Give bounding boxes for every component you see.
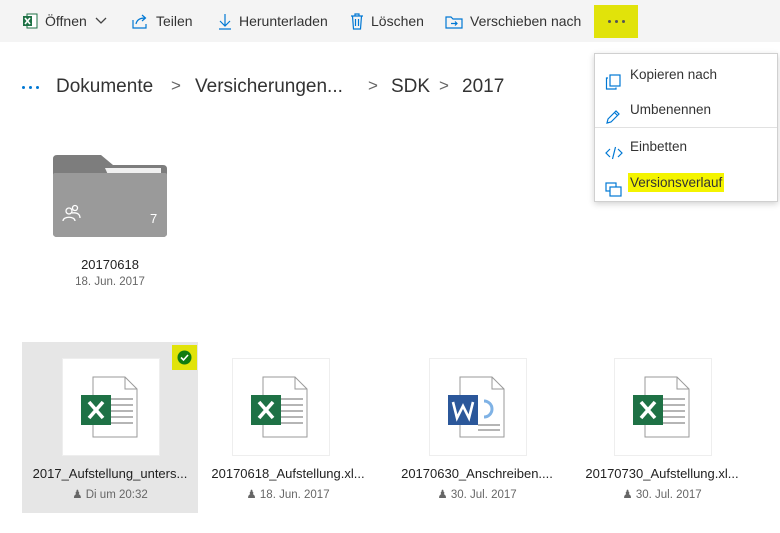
shared-people-icon: ♟ <box>437 489 448 501</box>
download-icon <box>218 13 232 30</box>
delete-button[interactable]: Löschen <box>350 0 424 42</box>
selected-check-badge[interactable] <box>172 345 197 370</box>
excel-icon <box>22 13 38 29</box>
more-menu: Kopieren nach Umbenennen Einbetten Versi… <box>594 53 778 202</box>
file-meta: ♟ 18. Jun. 2017 <box>205 487 371 501</box>
excel-icon <box>63 376 159 459</box>
chevron-right-icon: > <box>171 76 181 95</box>
menu-item-copy[interactable]: Kopieren nach <box>595 57 777 91</box>
file-modified: 18. Jun. 2017 <box>259 489 330 501</box>
breadcrumb-item-2017: 2017 <box>462 76 505 97</box>
share-label: Teilen <box>156 13 193 29</box>
command-bar: Öffnen Teilen Herunterladen Löschen Vers… <box>0 0 780 42</box>
delete-label: Löschen <box>371 13 424 29</box>
menu-item-copy-label: Kopieren nach <box>630 66 718 82</box>
menu-item-embed[interactable]: Einbetten <box>595 129 777 163</box>
breadcrumb-item-dokumente[interactable]: Dokumente <box>56 76 153 98</box>
more-button[interactable] <box>594 5 638 38</box>
shared-people-icon: ♟ <box>622 489 633 501</box>
share-button[interactable]: Teilen <box>132 0 193 42</box>
breadcrumb-item-versicherungen[interactable]: Versicherungen... <box>195 76 343 98</box>
breadcrumb-overflow-button[interactable] <box>22 86 43 89</box>
shared-people-icon <box>62 204 82 227</box>
excel-icon <box>233 376 329 459</box>
chevron-right-icon: > <box>368 76 378 95</box>
file-thumbnail[interactable] <box>614 358 712 456</box>
more-icon-dot <box>621 20 625 23</box>
menu-item-version-history[interactable]: Versionsverlauf <box>595 165 777 199</box>
file-meta: ♟ Di um 20:32 <box>22 487 198 501</box>
file-modified: 30. Jul. 2017 <box>450 489 517 501</box>
menu-item-version-history-label: Versionsverlauf <box>628 172 725 192</box>
move-icon <box>445 14 463 29</box>
highlight-mark: Versionsverlauf <box>628 172 725 192</box>
checkmark-icon <box>172 350 197 374</box>
menu-item-rename-label: Umbenennen <box>630 101 712 117</box>
menu-item-embed-label: Einbetten <box>630 138 688 154</box>
file-name[interactable]: 20170630_Anschreiben.... <box>393 466 561 481</box>
file-name[interactable]: 20170730_Aufstellung.xl... <box>578 466 746 481</box>
folder-tile[interactable]: 7 <box>53 155 167 237</box>
move-button[interactable]: Verschieben nach <box>445 0 581 42</box>
file-name[interactable]: 2017_Aufstellung_unters... <box>22 466 198 481</box>
file-thumbnail[interactable] <box>62 358 160 456</box>
folder-count: 7 <box>150 211 158 226</box>
download-button[interactable]: Herunterladen <box>218 0 328 42</box>
chevron-right-icon: > <box>439 76 449 95</box>
folder-name[interactable]: 20170618 <box>53 257 167 272</box>
trash-icon <box>350 12 364 30</box>
word-icon <box>430 376 526 459</box>
file-meta: ♟ 30. Jul. 2017 <box>393 487 561 501</box>
shared-people-icon: ♟ <box>246 489 257 501</box>
open-label: Öffnen <box>45 13 87 29</box>
file-modified: Di um 20:32 <box>85 489 148 501</box>
file-modified: 30. Jul. 2017 <box>635 489 702 501</box>
folder-date: 18. Jun. 2017 <box>75 276 145 288</box>
open-button[interactable]: Öffnen <box>22 0 107 42</box>
file-thumbnail[interactable] <box>429 358 527 456</box>
shared-people-icon: ♟ <box>72 489 83 501</box>
chevron-down-icon <box>95 17 107 25</box>
excel-icon <box>615 376 711 459</box>
file-thumbnail[interactable] <box>232 358 330 456</box>
move-label: Verschieben nach <box>470 13 582 29</box>
breadcrumb-item-sdk[interactable]: SDK <box>391 76 430 98</box>
menu-item-rename[interactable]: Umbenennen <box>595 92 777 126</box>
download-label: Herunterladen <box>239 13 328 29</box>
menu-divider <box>595 127 777 128</box>
more-icon-dot <box>614 20 618 23</box>
more-icon <box>607 20 611 23</box>
file-meta: ♟ 30. Jul. 2017 <box>578 487 746 501</box>
share-icon <box>132 13 149 29</box>
file-name[interactable]: 20170618_Aufstellung.xl... <box>205 466 371 481</box>
